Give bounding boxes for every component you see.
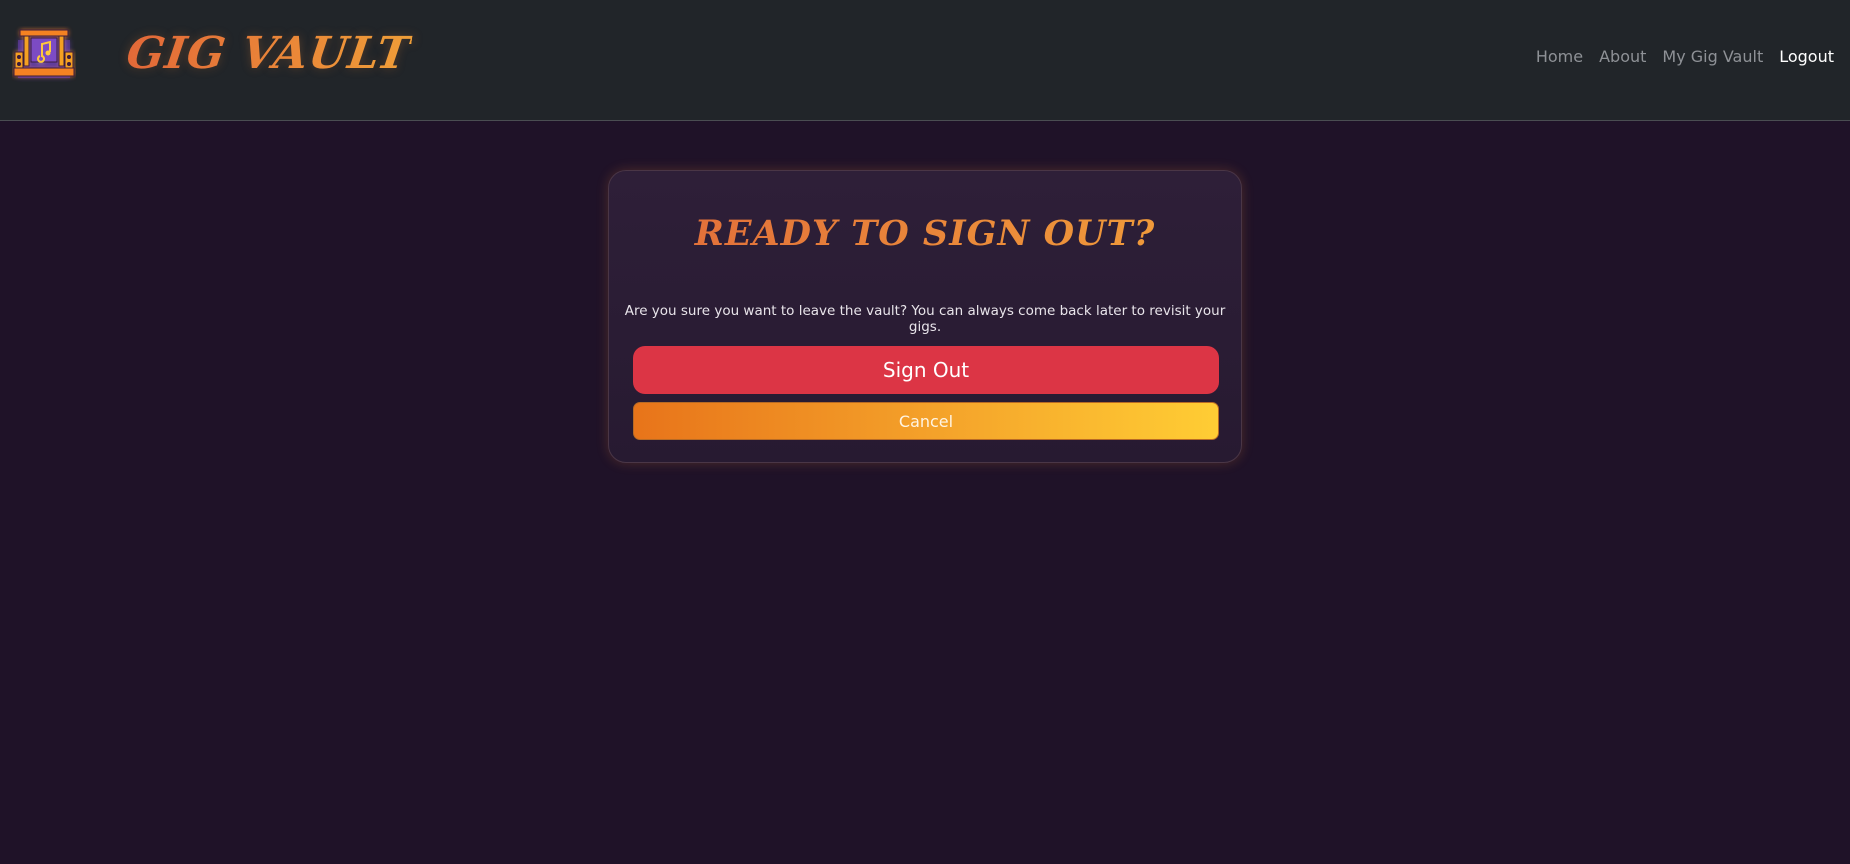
navbar: GIG VAULT Home About My Gig Vault Logout (0, 0, 1850, 121)
nav-links: Home About My Gig Vault Logout (1536, 47, 1834, 66)
nav-my-gig-vault[interactable]: My Gig Vault (1662, 47, 1763, 66)
brand-title[interactable]: GIG VAULT (123, 28, 414, 79)
nav-home[interactable]: Home (1536, 47, 1583, 66)
sign-out-button[interactable]: Sign Out (633, 346, 1219, 394)
nav-about[interactable]: About (1599, 47, 1646, 66)
card-message: Are you sure you want to leave the vault… (624, 303, 1226, 335)
stage-music-icon (13, 29, 75, 78)
card-title: READY TO SIGN OUT? (609, 213, 1241, 254)
nav-logout[interactable]: Logout (1779, 47, 1834, 66)
cancel-button[interactable]: Cancel (633, 402, 1219, 440)
sign-out-card: READY TO SIGN OUT? Are you sure you want… (608, 170, 1242, 463)
